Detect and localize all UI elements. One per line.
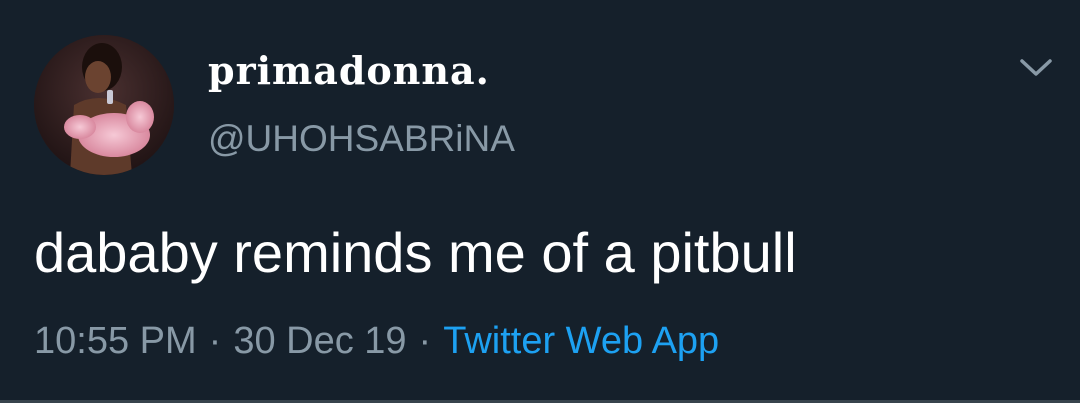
tweet-card: primadonna. @UHOHSABRiNA dababy reminds … [0, 0, 1080, 403]
tweet-time[interactable]: 10:55 PM [34, 320, 197, 362]
user-handle[interactable]: @UHOHSABRiNA [208, 117, 515, 161]
display-name[interactable]: primadonna. [208, 49, 490, 93]
tweet-meta: 10:55 PM · 30 Dec 19 · Twitter Web App [34, 315, 719, 367]
tweet-date[interactable]: 30 Dec 19 [233, 320, 406, 362]
profile-photo-icon [34, 35, 174, 175]
avatar[interactable] [34, 35, 174, 175]
tweet-text: dababy reminds me of a pitbull [34, 221, 797, 284]
chevron-down-icon[interactable] [1014, 52, 1058, 82]
tweet-source-link[interactable]: Twitter Web App [443, 320, 719, 362]
meta-separator: · [208, 320, 222, 362]
meta-separator: · [418, 320, 432, 362]
